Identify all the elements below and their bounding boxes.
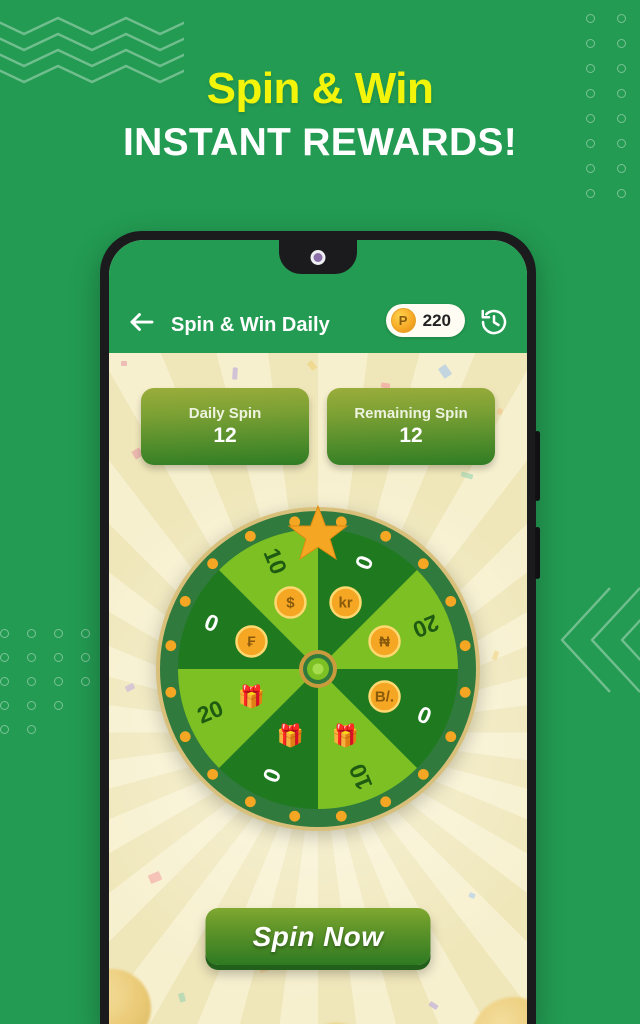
coin-symbol-text: B/. [375, 689, 394, 706]
decorative-dot [81, 677, 90, 686]
stat-value: 12 [213, 424, 237, 447]
decorative-dot [54, 629, 63, 638]
phone-notch [279, 240, 357, 274]
decorative-dot [586, 189, 595, 198]
decorative-dot [54, 701, 63, 710]
confetti-piece [121, 361, 127, 366]
decorative-dot [586, 14, 595, 23]
decorative-dot [0, 677, 9, 686]
decorative-dot [81, 653, 90, 662]
decorative-dot [586, 39, 595, 48]
camera-lens [313, 253, 323, 262]
decorative-dot [27, 629, 36, 638]
confetti-piece [306, 360, 318, 371]
wheel-rim-dot [459, 640, 471, 652]
wheel-rim-dot [445, 731, 457, 743]
volume-button[interactable] [535, 431, 540, 501]
stat-card-daily-spin[interactable]: Daily Spin 12 [141, 388, 309, 465]
chevron-pattern-bottom-right [560, 587, 640, 693]
back-arrow-icon[interactable] [127, 307, 157, 337]
wheel-rim-dot [165, 686, 177, 698]
app-screen: Spin & Win Daily P 220 Daily Spin 12 Rem… [109, 240, 527, 1024]
power-button[interactable] [535, 527, 540, 579]
decorative-dot [617, 189, 626, 198]
decorative-dot [27, 653, 36, 662]
wheel-rim-dot [165, 640, 177, 652]
decorative-coin-right [471, 997, 527, 1024]
wheel-rim-dot [380, 796, 392, 808]
wheel-rim-dot [244, 796, 256, 808]
spin-now-button[interactable]: Spin Now [205, 908, 431, 965]
wheel-rim-dot [207, 768, 219, 780]
wheel-rim-dot [335, 810, 347, 822]
decorative-dot [0, 629, 9, 638]
confetti-piece [437, 364, 453, 379]
app-content: Daily Spin 12 Remaining Spin 12 0 20 0 1… [109, 353, 527, 1024]
headline-line-1: Spin & Win [206, 64, 434, 113]
wheel-rim-dot [459, 686, 471, 698]
front-camera-icon [310, 250, 326, 265]
prize-wheel-graphic[interactable]: 020010020010 kr₦B/.₣$ [153, 504, 483, 834]
confetti-piece [491, 650, 500, 661]
promo-headline: Spin & Win INSTANT REWARDS! [0, 64, 640, 167]
decorative-dot [81, 629, 90, 638]
wheel-rim-dot [380, 530, 392, 542]
decorative-dot [0, 725, 9, 734]
confetti-piece [468, 891, 476, 900]
coin-symbol-text: ₣ [247, 633, 255, 650]
confetti-piece [147, 871, 163, 884]
wheel-rim-dot [417, 768, 429, 780]
decorative-coin-left [109, 969, 151, 1024]
page-title: Spin & Win Daily [171, 314, 330, 336]
confetti-piece [124, 682, 136, 693]
stat-label: Remaining Spin [354, 405, 468, 422]
coin-icon: P [390, 308, 416, 333]
coin-symbol-text: kr [338, 594, 352, 611]
history-clock-icon[interactable] [479, 307, 509, 337]
decorative-dot [27, 725, 36, 734]
stat-label: Daily Spin [188, 405, 262, 422]
stat-value: 12 [399, 424, 423, 447]
headline-line-2: INSTANT REWARDS! [122, 120, 518, 164]
phone-screen-frame: Spin & Win Daily P 220 Daily Spin 12 Rem… [109, 240, 527, 1024]
decorative-dot [27, 677, 36, 686]
stats-row: Daily Spin 12 Remaining Spin 12 [109, 388, 527, 465]
wheel-rim-dot [244, 530, 256, 542]
coin-symbol-text: $ [286, 594, 295, 611]
prize-wheel[interactable]: 0 20 0 10 0 20 0 10 kr ₦ B/. ₣ $ 🎁 🎁 🎁 [153, 504, 483, 834]
confetti-piece [428, 1000, 439, 1011]
decorative-dot [54, 653, 63, 662]
stat-card-remaining-spin[interactable]: Remaining Spin 12 [327, 388, 495, 465]
decorative-dot [0, 653, 9, 662]
wheel-rim-dot [445, 595, 457, 607]
decorative-dot [54, 677, 63, 686]
wheel-rim-dot [179, 731, 191, 743]
confetti-piece [460, 471, 474, 480]
coin-balance-value: 220 [422, 310, 451, 330]
wheel-hub-core [312, 663, 324, 675]
wheel-rim-dot [179, 595, 191, 607]
coin-symbol-text: ₦ [379, 633, 390, 650]
confetti-piece [177, 992, 187, 1003]
wheel-rim-dot [289, 810, 301, 822]
phone-mockup: Spin & Win Daily P 220 Daily Spin 12 Rem… [100, 231, 540, 1024]
decorative-dot [0, 701, 9, 710]
coin-balance-badge[interactable]: P 220 [385, 304, 465, 337]
decorative-dot [27, 701, 36, 710]
confetti-piece [232, 367, 238, 380]
wheel-rim-dot [417, 558, 429, 570]
wheel-rim-dot [207, 558, 219, 570]
decorative-dot [617, 39, 626, 48]
decorative-dot [617, 14, 626, 23]
